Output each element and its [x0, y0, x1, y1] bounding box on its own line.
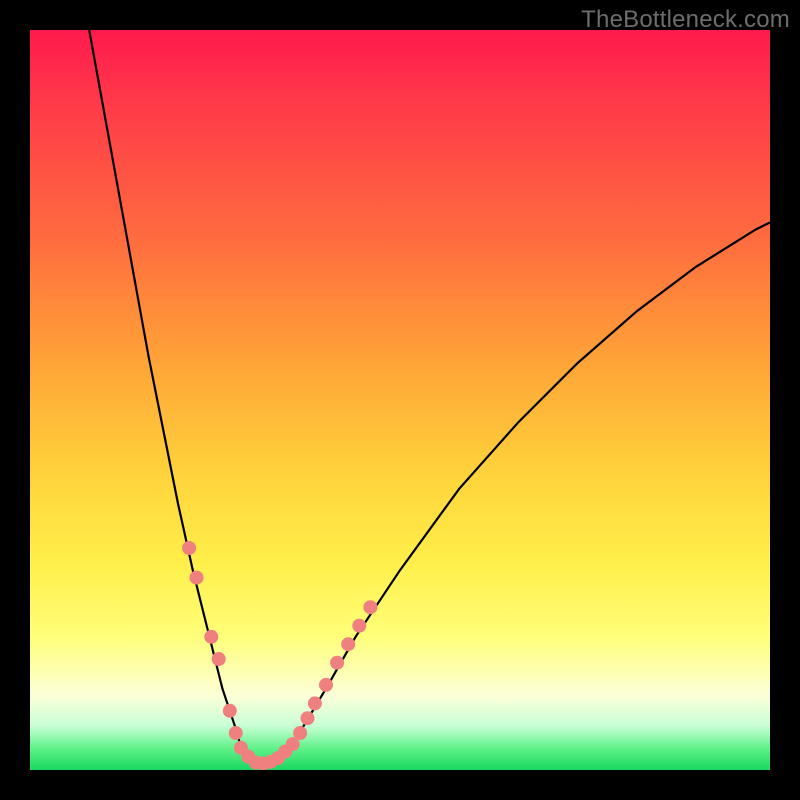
highlight-dot: [293, 726, 307, 740]
highlight-dot: [190, 571, 204, 585]
highlight-dot: [301, 711, 315, 725]
highlight-dot: [319, 678, 333, 692]
highlight-dot: [212, 652, 226, 666]
highlight-dot: [308, 696, 322, 710]
highlight-dot: [341, 637, 355, 651]
bottleneck-curve: [89, 30, 770, 763]
highlight-dots: [182, 541, 377, 770]
curve-svg: [30, 30, 770, 770]
highlight-dot: [204, 630, 218, 644]
highlight-dot: [330, 656, 344, 670]
outer-frame: TheBottleneck.com: [0, 0, 800, 800]
highlight-dot: [229, 726, 243, 740]
highlight-dot: [363, 600, 377, 614]
highlight-dot: [182, 541, 196, 555]
highlight-dot: [352, 619, 366, 633]
watermark-text: TheBottleneck.com: [581, 6, 790, 34]
plot-area: [30, 30, 770, 770]
highlight-dot: [223, 704, 237, 718]
